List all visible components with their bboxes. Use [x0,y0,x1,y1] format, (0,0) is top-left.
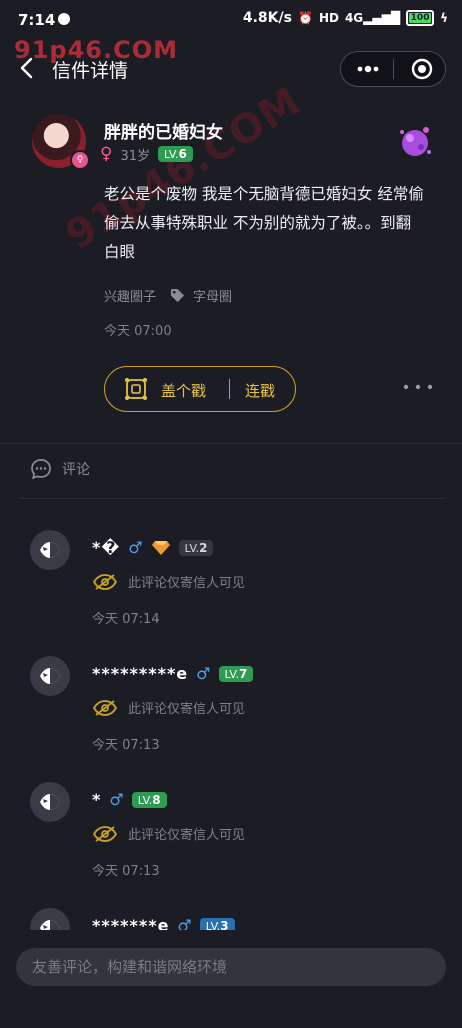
comments-header: 评论 [30,458,90,480]
stamp-label: 盖个戳 [161,382,207,400]
comment-author-name: *********e [92,664,189,683]
alarm-icon: ⏰ [297,11,313,25]
status-right: 4.8K/s ⏰ HD 4G▂▄▆█ 100 ϟ [243,10,448,26]
stamp-button[interactable]: 盖个戳 连戳 [104,366,296,412]
hidden-comment-text: 此评论仅寄信人可见 [128,576,246,591]
miniprogram-capsule [340,51,446,87]
more-menu-icon[interactable] [355,60,381,78]
comment-input[interactable] [16,948,446,986]
notification-dot-icon [58,13,70,25]
eye-off-icon [92,573,118,590]
level-badge: LV.6 [158,146,193,162]
anonymous-avatar[interactable] [30,782,70,822]
hidden-comment-text: 此评论仅寄信人可见 [128,828,246,843]
hidden-comment-notice: 此评论仅寄信人可见 [92,824,245,843]
signal-label: 4G [344,11,364,25]
comment-time: 今天 07:14 [92,612,160,627]
nav-bar: 信件详情 [0,40,462,98]
charging-icon: ϟ [440,11,448,25]
anonymous-mask-icon [40,668,60,684]
female-icon: ♀ [100,144,113,164]
male-icon: ♂ [196,664,211,683]
level-badge: LV.8 [131,791,167,808]
combo-stamp-button[interactable]: 连戳 [245,380,275,401]
comment-item: *********e ♂ LV.7 此评论仅寄信人可见 今天 07:13 [0,656,462,776]
post-tags: 兴趣圈子 字母圈 [104,286,232,305]
network-speed: 4.8K/s [242,10,292,26]
stamp-icon [125,378,147,400]
male-icon: ♂ [109,790,124,809]
battery-level: 100 [410,13,430,23]
comment-input-bar [0,930,462,1000]
tag-item[interactable]: 字母圈 [170,286,232,305]
tag-label: 字母圈 [193,290,233,305]
comment-author-name: * [92,790,102,809]
anonymous-mask-icon [40,794,60,810]
more-options-icon[interactable] [402,382,434,392]
hidden-comment-notice: 此评论仅寄信人可见 [92,572,245,591]
author-meta: ♀ 31岁 LV.6 [100,144,193,164]
hd-icon: HD [318,11,339,25]
comment-author-row: * ♂ LV.8 [92,790,167,809]
comment-author-row: *� ♂ LV.2 [92,538,214,557]
author-avatar[interactable]: ♀ [32,114,90,170]
comments-label: 评论 [62,462,90,478]
category-label[interactable]: 兴趣圈子 [104,286,156,305]
comment-item: * ♂ LV.8 此评论仅寄信人可见 今天 07:13 [0,782,462,902]
verified-badge-icon: ♀ [70,150,90,170]
status-bar: 7:14 4.8K/s ⏰ HD 4G▂▄▆█ 100 ϟ [0,0,462,40]
author-age: 31岁 [120,148,150,164]
comment-author-name: *� [92,538,121,557]
back-arrow-icon[interactable] [14,54,42,82]
anonymous-avatar[interactable] [30,656,70,696]
battery-icon: 100 [406,10,435,26]
anonymous-mask-icon [40,542,60,558]
diamond-vip-icon [151,540,170,555]
comment-item: *� ♂ LV.2 此评论仅寄信人可见 今天 07:14 [0,530,462,650]
hidden-comment-notice: 此评论仅寄信人可见 [92,698,245,717]
anonymous-avatar[interactable] [30,530,70,570]
level-badge: LV.7 [218,665,254,682]
signal-icon: 4G▂▄▆█ [344,11,401,25]
close-capsule-icon[interactable] [411,58,433,80]
hidden-comment-text: 此评论仅寄信人可见 [128,702,246,717]
tag-icon [170,288,185,303]
planet-decoration-icon [400,127,431,156]
male-icon: ♂ [128,538,143,557]
comment-author-row: *********e ♂ LV.7 [92,664,254,683]
status-time: 7:14 [18,11,56,29]
post-time: 今天 07:00 [104,324,172,339]
section-divider [0,443,462,444]
comment-time: 今天 07:13 [92,738,160,753]
comment-time: 今天 07:13 [92,864,160,879]
eye-off-icon [92,699,118,716]
comment-icon [31,459,51,480]
level-badge: LV.2 [178,539,214,556]
eye-off-icon [92,825,118,842]
comments-divider [20,498,446,499]
post-content: 老公是个废物 我是个无脑背德已婚妇女 经常偷偷去从事特殊职业 不为别的就为了被。… [104,185,424,261]
author-name[interactable]: 胖胖的已婚妇女 [104,118,223,143]
page-title: 信件详情 [52,60,129,82]
